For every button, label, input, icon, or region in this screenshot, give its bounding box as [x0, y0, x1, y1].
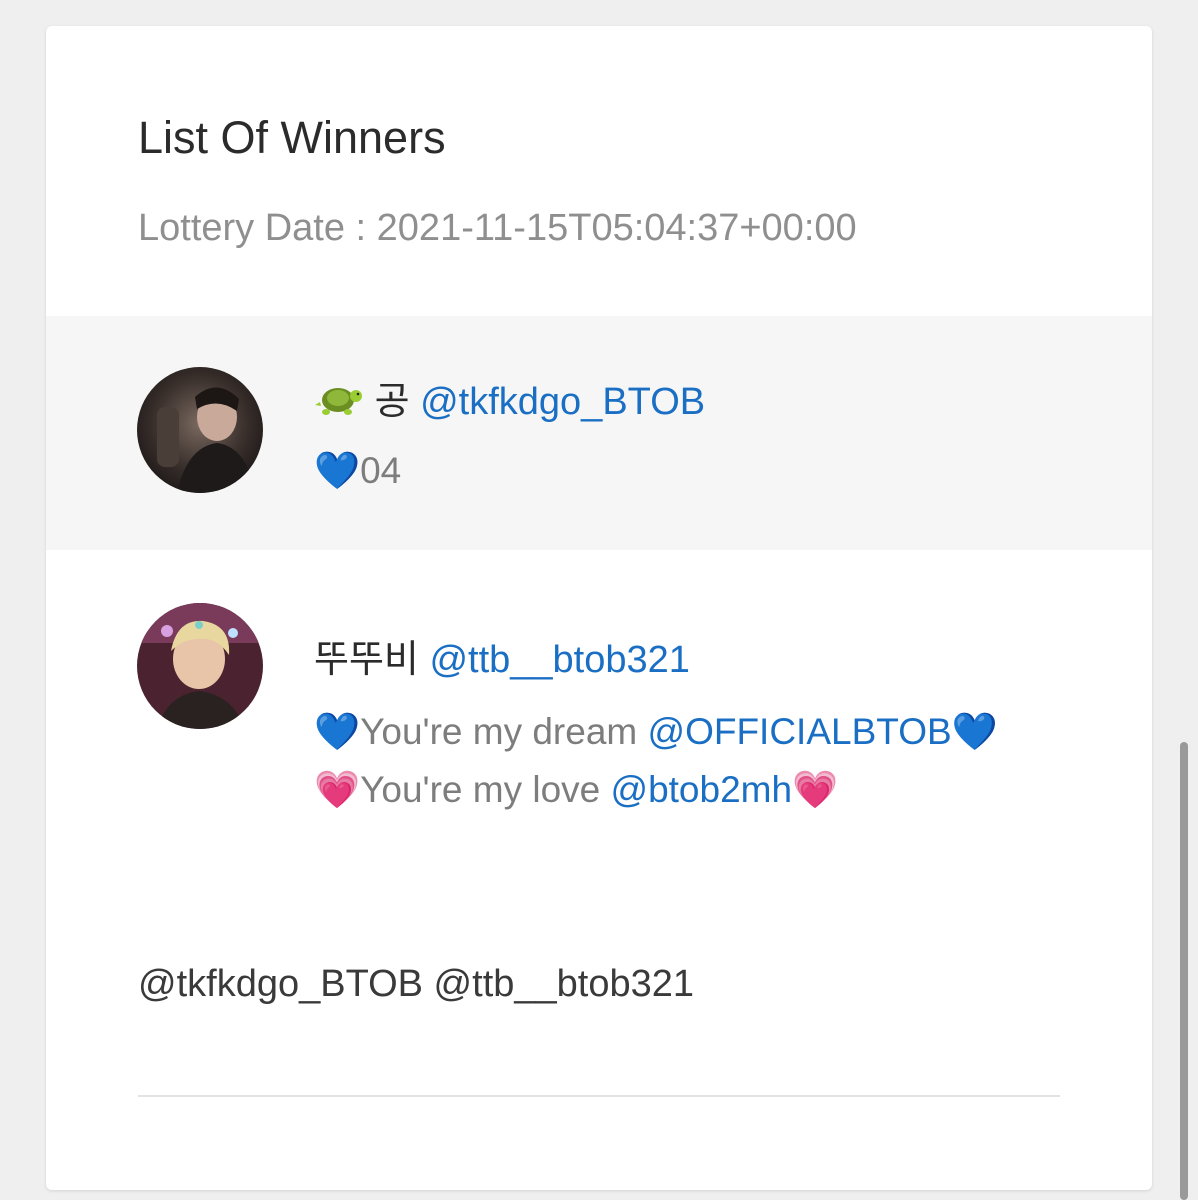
turtle-icon [314, 380, 364, 432]
avatar-photo [137, 603, 263, 729]
winner-mentions: @tkfkdgo_BTOB @ttb__btob321 [138, 963, 695, 1005]
message-text: You're my love [360, 769, 611, 810]
message-line: 💙You're my dream @OFFICIALBTOB💙 [314, 703, 998, 761]
blue-heart-icon: 💙 [951, 710, 998, 753]
winner-row[interactable]: 뚜뚜비 @ttb__btob321 💙You're my dream @OFFI… [46, 550, 1152, 850]
avatar-photo [137, 367, 263, 493]
winner-handle-link[interactable]: @ttb__btob321 [429, 639, 689, 681]
winner-row[interactable]: 공 @tkfkdgo_BTOB 💙04 [46, 316, 1152, 550]
winner-message: 💙04 [314, 442, 401, 500]
blue-heart-icon: 💙 [314, 449, 361, 492]
winner-display-name: 뚜뚜비 [314, 639, 419, 681]
pink-heart-icon: 💗 [792, 768, 839, 811]
page-title: List Of Winners [138, 112, 446, 163]
winner-name-line: 뚜뚜비 @ttb__btob321 [314, 636, 690, 684]
mention-link[interactable]: @btob2mh [611, 769, 793, 810]
divider [138, 1095, 1060, 1097]
pink-heart-icon: 💗 [314, 768, 361, 811]
winners-card: List Of Winners Lottery Date : 2021-11-1… [46, 26, 1152, 1190]
message-line: 💗You're my love @btob2mh💗 [314, 761, 998, 819]
message-text: 04 [360, 450, 402, 491]
lottery-date: Lottery Date : 2021-11-15T05:04:37+00:00 [138, 207, 857, 249]
winner-message: 💙You're my dream @OFFICIALBTOB💙 💗You're … [314, 703, 998, 819]
winner-handle-link[interactable]: @tkfkdgo_BTOB [420, 381, 705, 423]
message-text: You're my dream [360, 711, 648, 752]
avatar[interactable] [137, 603, 263, 729]
mention-link[interactable]: @OFFICIALBTOB [648, 711, 952, 752]
scrollbar[interactable] [1180, 742, 1188, 1200]
blue-heart-icon: 💙 [314, 710, 361, 753]
winner-display-name: 공 [374, 381, 410, 423]
winner-name-line: 공 @tkfkdgo_BTOB [314, 378, 705, 432]
avatar[interactable] [137, 367, 263, 493]
